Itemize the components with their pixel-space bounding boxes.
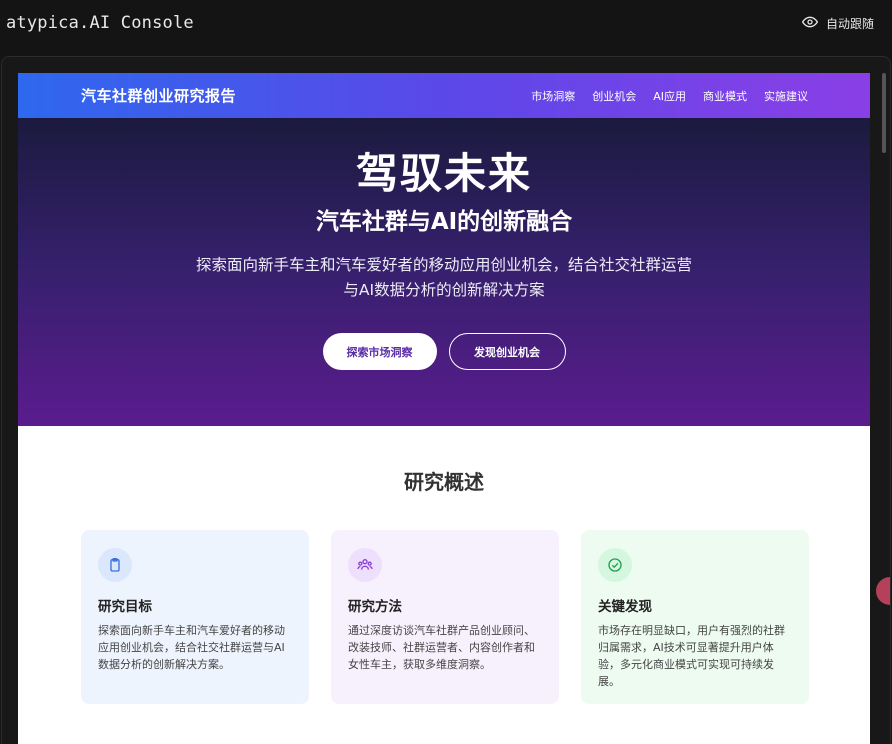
card-text: 市场存在明显缺口，用户有强烈的社群归属需求，AI技术可显著提升用户体验，多元化商…: [598, 624, 785, 688]
eye-icon: [801, 14, 819, 33]
auto-follow-label: 自动跟随: [825, 16, 874, 31]
nav-business-model[interactable]: 商业模式: [703, 88, 747, 104]
explore-market-button[interactable]: 探索市场洞察: [322, 333, 437, 370]
hero-buttons: 探索市场洞察 发现创业机会: [18, 333, 870, 370]
hero-headline: 驾驭未来: [355, 149, 532, 198]
nav-opportunities[interactable]: 创业机会: [592, 88, 636, 104]
hero-section: 驾驭未来 汽车社群与AI的创新融合 探索面向新手车主和汽车爱好者的移动应用创业机…: [18, 118, 870, 426]
card-text: 探索面向新手车主和汽车爱好者的移动应用创业机会，结合社交社群运营与AI数据分析的…: [98, 624, 285, 671]
card-research-goal: 研究目标 探索面向新手车主和汽车爱好者的移动应用创业机会，结合社交社群运营与AI…: [81, 530, 309, 704]
auto-follow-toggle[interactable]: 自动跟随: [801, 14, 874, 33]
check-circle-icon: [598, 548, 632, 582]
nav-implementation[interactable]: 实施建议: [764, 88, 808, 104]
hero-subheadline: 汽车社群与AI的创新融合: [315, 209, 573, 235]
overview-section: 研究概述 研究目标 探索面向新手车主和汽车爱好者的移动应用创业机会，结合社交社群…: [18, 426, 870, 744]
console-title: atypica.AI Console: [6, 13, 194, 33]
card-text: 通过深度访谈汽车社群产品创业顾问、改装技师、社群运营者、内容创作者和女性车主，获…: [348, 624, 535, 671]
floating-action-button[interactable]: [876, 577, 890, 605]
hero-description-line2: 与AI数据分析的创新解决方案: [343, 281, 545, 299]
hero-description-line1: 探索面向新手车主和汽车爱好者的移动应用创业机会，结合社交社群运营: [195, 256, 692, 274]
preview-viewport[interactable]: 汽车社群创业研究报告 市场洞察 创业机会 AI应用 商业模式 实施建议 驾驭未来…: [18, 73, 870, 744]
scrollbar[interactable]: [882, 73, 886, 153]
hero-description: 探索面向新手车主和汽车爱好者的移动应用创业机会，结合社交社群运营 与AI数据分析…: [18, 253, 870, 303]
card-research-method: 研究方法 通过深度访谈汽车社群产品创业顾问、改装技师、社群运营者、内容创作者和女…: [331, 530, 559, 704]
card-title: 研究方法: [348, 599, 402, 615]
discover-opportunity-button[interactable]: 发现创业机会: [448, 333, 566, 370]
card-title: 关键发现: [598, 599, 652, 615]
console-bar: atypica.AI Console 自动跟随: [0, 0, 892, 46]
site-title: 汽车社群创业研究报告: [81, 87, 237, 105]
users-icon: [348, 548, 382, 582]
preview-frame: 汽车社群创业研究报告 市场洞察 创业机会 AI应用 商业模式 实施建议 驾驭未来…: [1, 56, 891, 744]
overview-cards: 研究目标 探索面向新手车主和汽车爱好者的移动应用创业机会，结合社交社群运营与AI…: [81, 530, 809, 704]
site-nav: 市场洞察 创业机会 AI应用 商业模式 实施建议: [531, 88, 808, 104]
card-key-findings: 关键发现 市场存在明显缺口，用户有强烈的社群归属需求，AI技术可显著提升用户体验…: [581, 530, 809, 704]
nav-market-insight[interactable]: 市场洞察: [531, 88, 575, 104]
nav-ai-applications[interactable]: AI应用: [653, 88, 686, 104]
site-header: 汽车社群创业研究报告 市场洞察 创业机会 AI应用 商业模式 实施建议: [18, 73, 870, 118]
card-title: 研究目标: [98, 599, 152, 615]
overview-title: 研究概述: [404, 470, 484, 494]
clipboard-icon: [98, 548, 132, 582]
